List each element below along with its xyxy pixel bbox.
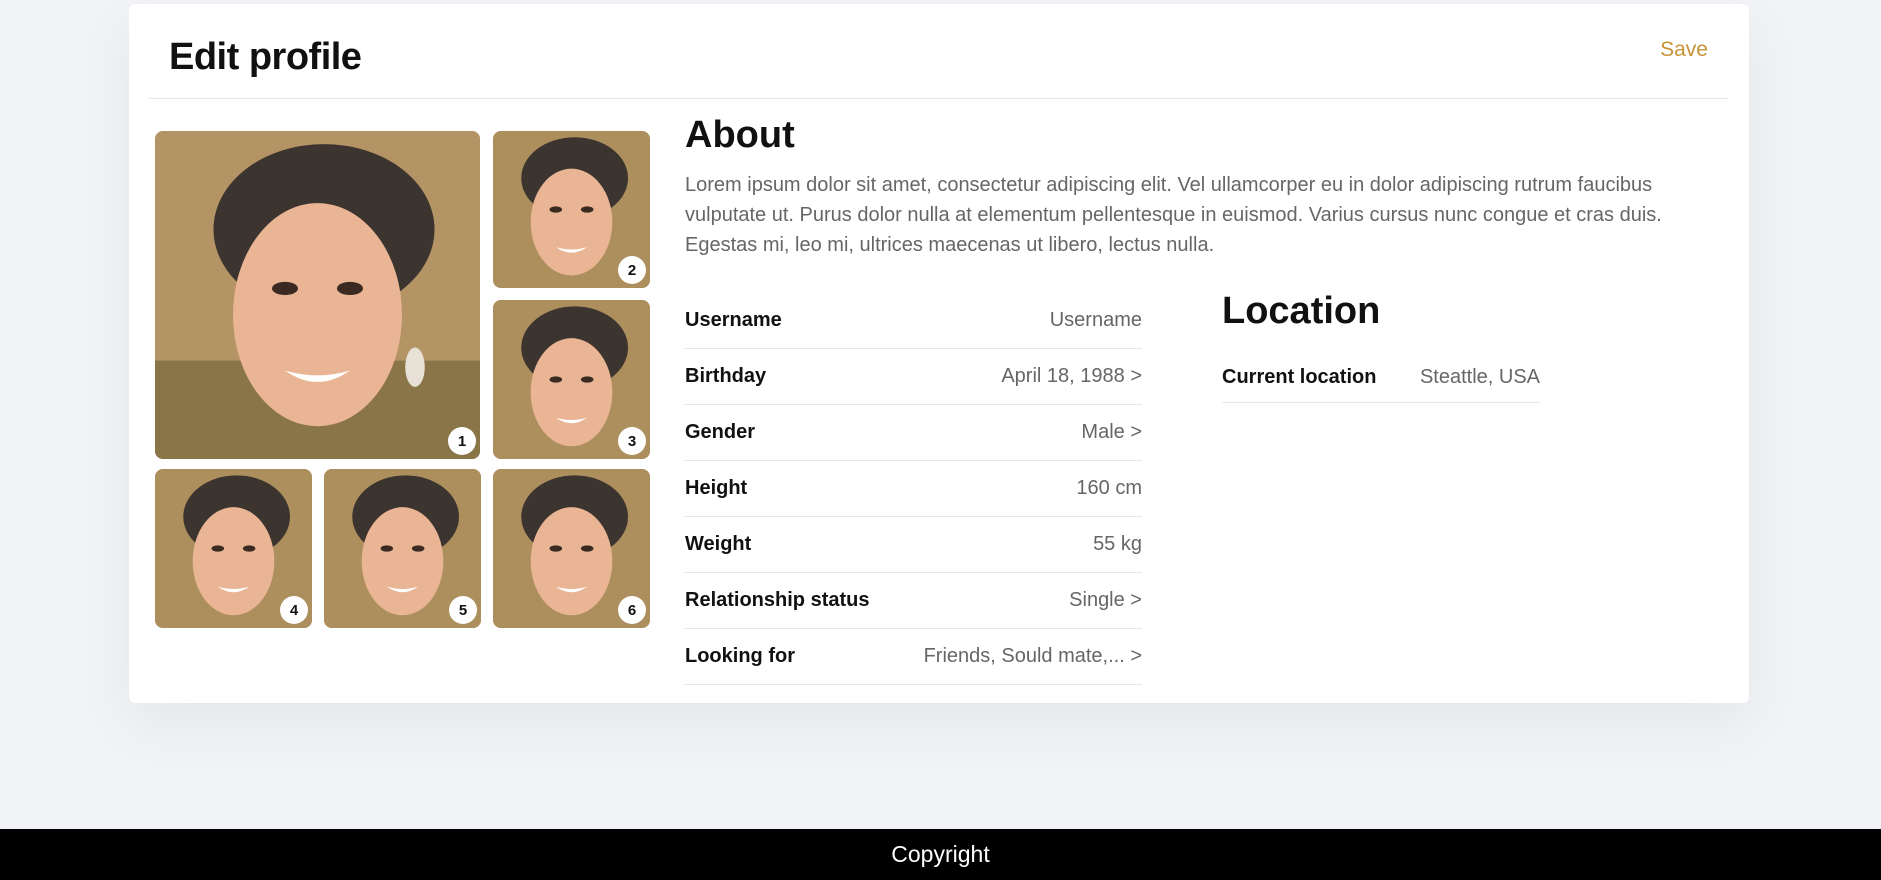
detail-label: Looking for	[685, 645, 795, 667]
detail-label: Birthday	[685, 365, 767, 387]
detail-row-height[interactable]: Height 160 cm	[685, 461, 1142, 517]
about-text: Lorem ipsum dolor sit amet, consectetur …	[685, 174, 1662, 256]
photo-5[interactable]: 5	[324, 469, 481, 628]
detail-value: April 18, 1988 >	[1001, 365, 1142, 387]
detail-row-username[interactable]: Username Username	[685, 293, 1142, 349]
portrait-image	[155, 131, 480, 459]
detail-label: Gender	[685, 421, 756, 443]
detail-value: Single >	[1069, 589, 1142, 611]
detail-row-looking-for[interactable]: Looking for Friends, Sould mate,... >	[685, 629, 1142, 685]
detail-label: Username	[685, 309, 782, 331]
footer-copyright: Copyright	[891, 841, 990, 867]
photo-number-badge: 2	[618, 256, 646, 284]
location-heading: Location	[1222, 290, 1381, 332]
detail-value: 160 cm	[1076, 477, 1142, 499]
photo-number-badge: 5	[449, 596, 477, 624]
detail-value: 55 kg	[1093, 533, 1142, 555]
current-location-row[interactable]: Current location Steattle, USA	[1222, 352, 1540, 403]
about-heading: About	[685, 114, 795, 156]
profile-card: Edit profile Save 1 2 3 4 5 6 About Lore…	[129, 4, 1749, 703]
detail-row-gender[interactable]: Gender Male >	[685, 405, 1142, 461]
detail-value: Username	[1049, 309, 1142, 331]
detail-label: Weight	[685, 533, 752, 555]
current-location-label: Current location	[1222, 365, 1377, 388]
save-button[interactable]: Save	[1660, 38, 1708, 62]
current-location-value: Steattle, USA	[1419, 365, 1540, 388]
photo-number-badge: 6	[618, 596, 646, 624]
detail-value: Friends, Sould mate,... >	[923, 645, 1142, 667]
detail-label: Relationship status	[685, 589, 870, 611]
profile-details-list: Username Username Birthday April 18, 198…	[685, 293, 1142, 685]
photo-number-badge: 3	[618, 427, 646, 455]
photo-6[interactable]: 6	[493, 469, 650, 628]
detail-row-weight[interactable]: Weight 55 kg	[685, 517, 1142, 573]
photo-number-badge: 4	[280, 596, 308, 624]
photo-3[interactable]: 3	[493, 300, 650, 459]
page-title: Edit profile	[169, 36, 362, 78]
detail-row-birthday[interactable]: Birthday April 18, 1988 >	[685, 349, 1142, 405]
detail-value: Male >	[1081, 421, 1142, 443]
photo-2[interactable]: 2	[493, 131, 650, 288]
detail-row-relationship-status[interactable]: Relationship status Single >	[685, 573, 1142, 629]
photo-1[interactable]: 1	[155, 131, 480, 459]
photo-number-badge: 1	[448, 427, 476, 455]
photo-4[interactable]: 4	[155, 469, 312, 628]
detail-label: Height	[685, 477, 748, 499]
card-header: Edit profile Save	[149, 4, 1729, 99]
footer: Copyright	[0, 829, 1881, 880]
